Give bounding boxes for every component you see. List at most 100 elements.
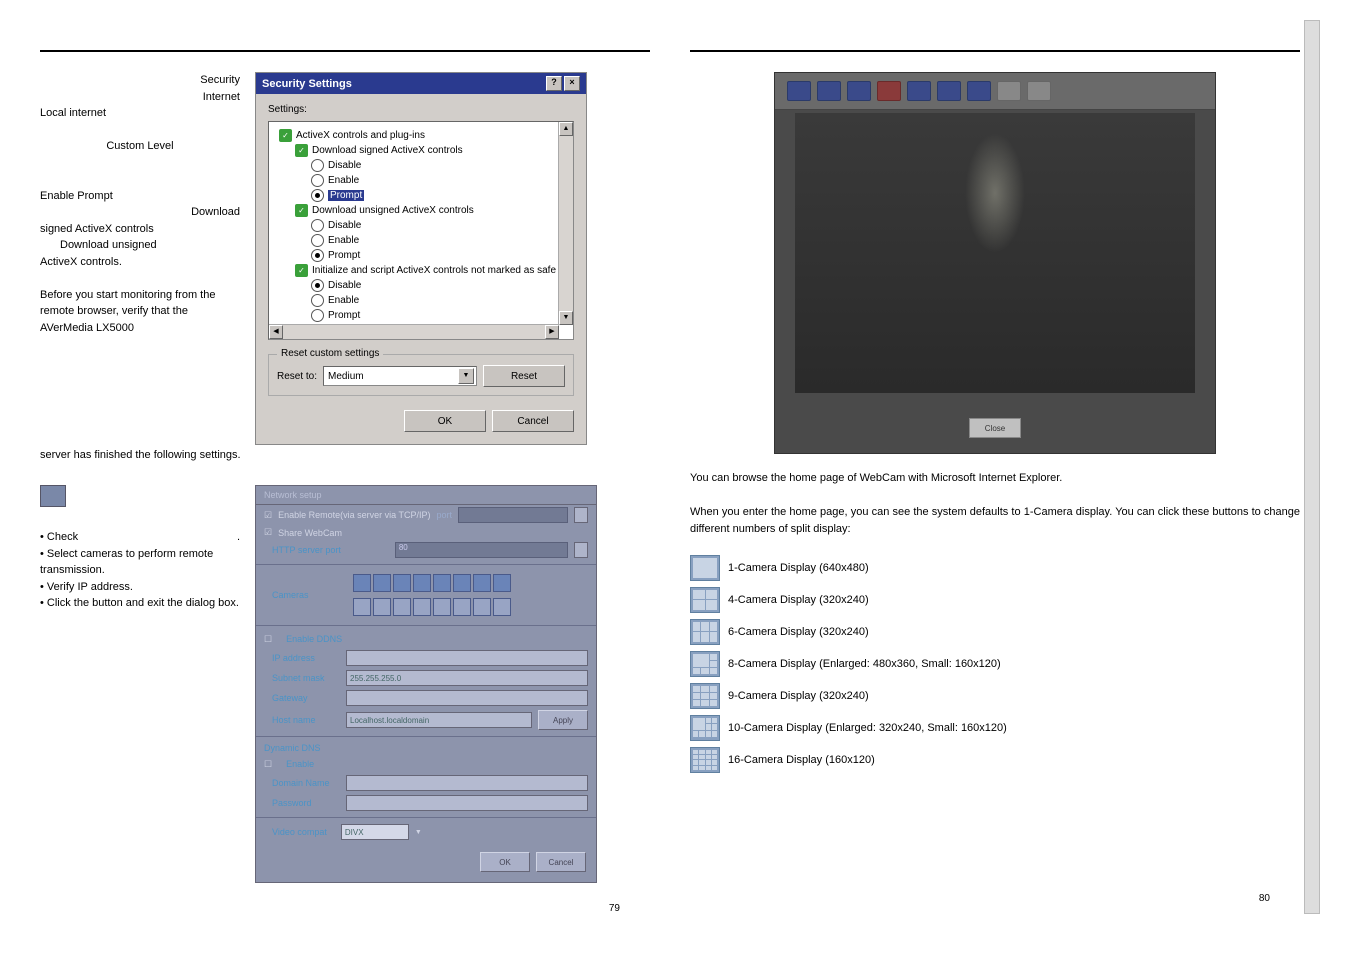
scroll-down-icon[interactable]: ▼ <box>559 311 573 325</box>
radio-icon[interactable] <box>311 294 324 307</box>
scroll-left-icon[interactable]: ◀ <box>269 325 283 339</box>
bullet-verify: • Verify IP address. <box>40 579 240 596</box>
activex-icon: ✓ <box>295 204 308 217</box>
display-10-icon[interactable] <box>690 715 720 741</box>
display-1-icon[interactable] <box>787 81 811 101</box>
page-scrollbar[interactable] <box>1304 20 1320 914</box>
scroll-right-icon[interactable]: ▶ <box>545 325 559 339</box>
list-item: 8-Camera Display (Enlarged: 480x360, Sma… <box>690 651 1300 677</box>
text-signed-ax: signed ActiveX controls <box>40 221 240 238</box>
wc-cameras-label: Cameras <box>264 588 317 602</box>
cancel-button[interactable]: Cancel <box>492 410 574 432</box>
settings-listbox[interactable]: ✓ActiveX controls and plug-ins ✓Download… <box>268 121 574 340</box>
item-dl-unsigned: Download unsigned ActiveX controls <box>312 205 474 216</box>
text-server-finished: server has finished the following settin… <box>40 449 650 461</box>
ok-button[interactable]: OK <box>404 410 486 432</box>
page-79: Security Internet Local internet Custom … <box>40 20 650 914</box>
opt-prompt: Prompt <box>328 250 360 261</box>
wc-video-label: Video compat <box>264 825 335 839</box>
list-item: 16-Camera Display (160x120) <box>690 747 1300 773</box>
tool-icon[interactable] <box>997 81 1021 101</box>
display-16-icon[interactable] <box>690 747 720 773</box>
opt-disable: Disable <box>328 160 361 171</box>
wc-domain-input[interactable] <box>346 775 588 791</box>
display-10-icon[interactable] <box>937 81 961 101</box>
text-enable-prompt: Enable Prompt <box>40 188 240 205</box>
browser-toolbar <box>775 73 1215 110</box>
scroll-up-icon[interactable]: ▲ <box>559 122 573 136</box>
scrollbar-horizontal[interactable]: ◀ ▶ <box>269 324 559 339</box>
display-4-icon[interactable] <box>690 587 720 613</box>
opt-disable: Disable <box>328 280 361 291</box>
item-ax-plugins: ActiveX controls and plug-ins <box>296 130 425 141</box>
text-before-start: Before you start monitoring from the rem… <box>40 287 240 337</box>
display-6-icon[interactable] <box>690 619 720 645</box>
wc-port-input[interactable] <box>458 507 568 523</box>
camera-grid-row2[interactable] <box>353 595 511 619</box>
radio-icon[interactable] <box>311 309 324 322</box>
display-8-icon[interactable] <box>877 81 901 101</box>
reset-button[interactable]: Reset <box>483 365 565 387</box>
list-item: 4-Camera Display (320x240) <box>690 587 1300 613</box>
chevron-down-icon[interactable]: ▼ <box>458 368 474 384</box>
radio-icon[interactable] <box>311 249 324 262</box>
wc-gateway-input[interactable] <box>346 690 588 706</box>
radio-icon[interactable] <box>311 219 324 232</box>
dialog-title: Security Settings <box>262 78 352 90</box>
body-para1: You can browse the home page of WebCam w… <box>690 470 1300 488</box>
bullet-select: • Select cameras to perform remote trans… <box>40 546 240 579</box>
page-number: 79 <box>40 903 650 914</box>
list-item: 1-Camera Display (640x480) <box>690 555 1300 581</box>
radio-icon[interactable] <box>311 234 324 247</box>
display-4-label: 4-Camera Display (320x240) <box>728 594 869 606</box>
radio-icon[interactable] <box>311 174 324 187</box>
wc-http-spin[interactable] <box>574 542 588 558</box>
video-area <box>795 113 1195 393</box>
radio-icon[interactable] <box>311 159 324 172</box>
camera-grid-row1[interactable] <box>353 571 511 595</box>
bullet-column: • Check. • Select cameras to perform rem… <box>40 485 240 883</box>
display-16-label: 16-Camera Display (160x120) <box>728 754 875 766</box>
help-icon[interactable]: ? <box>546 76 562 91</box>
browser-close-button[interactable]: Close <box>969 418 1021 438</box>
webcam-browser-screenshot: Close <box>774 72 1216 454</box>
list-item: 6-Camera Display (320x240) <box>690 619 1300 645</box>
wc-port-spin[interactable] <box>574 507 588 523</box>
wc-dyn-enable: Enable <box>278 757 322 771</box>
display-8-icon[interactable] <box>690 651 720 677</box>
close-icon[interactable]: × <box>564 76 580 91</box>
wc-tab[interactable]: Network setup <box>256 486 596 505</box>
display-4-icon[interactable] <box>817 81 841 101</box>
display-16-icon[interactable] <box>967 81 991 101</box>
wc-password-input[interactable] <box>346 795 588 811</box>
scrollbar-vertical[interactable]: ▲ ▼ <box>558 122 573 325</box>
wc-http-port-label: HTTP server port <box>264 543 349 557</box>
reset-level-select[interactable]: Medium ▼ <box>323 366 477 386</box>
text-download: Download <box>40 204 240 221</box>
item-init-script: Initialize and script ActiveX controls n… <box>312 265 556 276</box>
list-item: 10-Camera Display (Enlarged: 320x240, Sm… <box>690 715 1300 741</box>
display-1-icon[interactable] <box>690 555 720 581</box>
wc-ip-input[interactable] <box>346 650 588 666</box>
wc-cancel-button[interactable]: Cancel <box>536 852 586 872</box>
wc-host-input[interactable]: Localhost.localdomain <box>346 712 532 728</box>
opt-prompt-selected: Prompt <box>328 190 364 201</box>
tool-icon[interactable] <box>1027 81 1051 101</box>
wc-http-port-input[interactable]: 80 <box>395 542 568 558</box>
wc-subnet-input[interactable]: 255.255.255.0 <box>346 670 588 686</box>
wc-video-select[interactable]: DIVX <box>341 824 409 840</box>
wc-apply-button[interactable]: Apply <box>538 710 588 730</box>
page-number: 80 <box>690 893 1300 904</box>
display-6-icon[interactable] <box>847 81 871 101</box>
display-9-icon[interactable] <box>690 683 720 709</box>
display-6-label: 6-Camera Display (320x240) <box>728 626 869 638</box>
opt-disable: Disable <box>328 220 361 231</box>
wc-ok-button[interactable]: OK <box>480 852 530 872</box>
display-9-icon[interactable] <box>907 81 931 101</box>
text-local-internet: Local internet <box>40 105 240 122</box>
radio-icon[interactable] <box>311 279 324 292</box>
text-dl-unsigned: Download unsigned <box>40 237 240 254</box>
settings-label: Settings: <box>268 104 574 115</box>
wc-enable-remote: Enable Remote(via server via TCP/IP) <box>278 510 430 520</box>
radio-icon[interactable] <box>311 189 324 202</box>
